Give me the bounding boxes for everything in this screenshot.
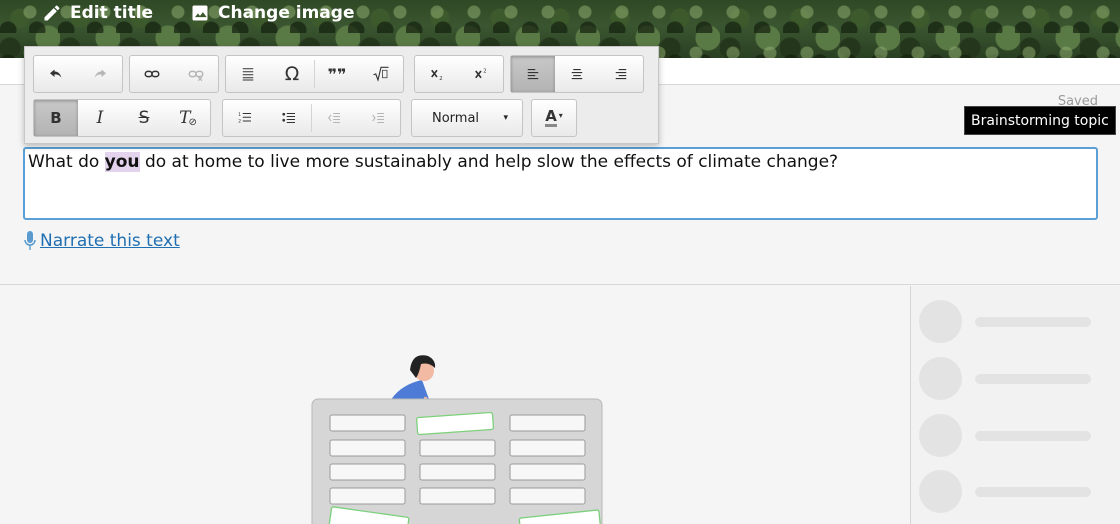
brainstorm-board-area: [0, 286, 910, 524]
editor-text-after: do at home to live more sustainably and …: [139, 152, 839, 172]
decrease-indent-button[interactable]: [312, 100, 356, 136]
increase-indent-button[interactable]: [356, 100, 400, 136]
square-root-icon: [373, 66, 389, 82]
responses-sidebar-loading: [910, 286, 1120, 524]
bulleted-list-icon: [282, 112, 295, 123]
font-color-icon: A: [545, 107, 557, 127]
empty-board-illustration: [311, 355, 603, 524]
align-left-button[interactable]: [511, 56, 555, 92]
numbered-list-button[interactable]: 12: [223, 100, 267, 136]
clear-formatting-button[interactable]: T ⊘: [166, 100, 210, 136]
skeleton-line: [975, 316, 1091, 327]
narrate-link[interactable]: Narrate this text: [24, 231, 180, 251]
unlink-icon: [188, 70, 204, 82]
skeleton-line: [975, 430, 1091, 441]
skeleton-row: [919, 470, 1091, 513]
topic-text-editor[interactable]: What do you do at home to live more sust…: [23, 147, 1098, 220]
subscript-icon: 2: [431, 69, 443, 82]
bold-button[interactable]: B: [34, 100, 78, 136]
skeleton-row: [919, 300, 1091, 343]
link-icon: [144, 70, 160, 78]
color-group: A ▾: [531, 99, 577, 137]
skeleton-avatar: [919, 300, 962, 343]
align-right-button[interactable]: [599, 56, 643, 92]
insert-group: Ω ❞❞: [225, 55, 404, 93]
align-center-button[interactable]: [555, 56, 599, 92]
svg-text:2: 2: [439, 76, 442, 82]
alignment-group: [510, 55, 644, 93]
undo-icon: [50, 69, 62, 78]
unlink-button[interactable]: [174, 56, 218, 92]
skeleton-line: [975, 486, 1091, 497]
horizontal-rule-button[interactable]: [226, 56, 270, 92]
edit-title-button[interactable]: Edit title: [42, 0, 153, 26]
special-character-button[interactable]: Ω: [270, 56, 314, 92]
svg-text:2: 2: [483, 69, 486, 75]
increase-indent-icon: [372, 112, 384, 124]
clear-formatting-circle: ⊘: [188, 116, 197, 128]
editor-text-highlight: you: [104, 152, 140, 172]
bulleted-list-button[interactable]: [267, 100, 311, 136]
change-image-button[interactable]: Change image: [190, 0, 354, 26]
strikethrough-button[interactable]: S: [122, 100, 166, 136]
italic-button[interactable]: I: [78, 100, 122, 136]
superscript-icon: 2: [475, 69, 487, 79]
paragraph-format-value: Normal: [432, 110, 480, 126]
history-group: [33, 55, 123, 93]
blockquote-button[interactable]: ❞❞: [315, 56, 359, 92]
pencil-icon: [44, 5, 60, 21]
align-center-icon: [571, 68, 583, 80]
align-right-icon: [615, 68, 627, 80]
paragraph-format-select[interactable]: Normal ▾: [412, 100, 522, 136]
subscript-button[interactable]: 2: [415, 56, 459, 92]
image-icon: [192, 5, 208, 21]
format-group: Normal ▾: [411, 99, 523, 137]
narrate-label: Narrate this text: [40, 231, 180, 251]
redo-icon: [94, 69, 106, 78]
caret-down-icon: ▾: [558, 110, 563, 120]
change-image-label: Change image: [218, 3, 355, 23]
topic-tooltip: Brainstorming topic: [964, 106, 1116, 135]
skeleton-line: [975, 373, 1091, 384]
quote-icon: ❞❞: [327, 64, 347, 84]
superscript-button[interactable]: 2: [459, 56, 503, 92]
rich-text-toolbar: Ω ❞❞ 2 2 B I S T ⊘ 12 Normal ▾ A ▾: [24, 46, 659, 144]
link-group: [129, 55, 219, 93]
svg-text:1: 1: [238, 112, 241, 118]
math-button[interactable]: [359, 56, 403, 92]
skeleton-avatar: [919, 357, 962, 400]
svg-text:2: 2: [238, 119, 241, 125]
edit-title-label: Edit title: [70, 3, 154, 23]
numbered-list-icon: 12: [238, 112, 251, 125]
font-color-button[interactable]: A ▾: [532, 100, 576, 136]
redo-button[interactable]: [78, 56, 122, 92]
text-style-group: B I S T ⊘: [33, 99, 211, 137]
horizontal-rule-icon: [242, 68, 254, 81]
decrease-indent-icon: [328, 112, 340, 124]
list-group: 12: [222, 99, 401, 137]
undo-button[interactable]: [34, 56, 78, 92]
script-group: 2 2: [414, 55, 504, 93]
align-left-icon: [527, 68, 539, 80]
skeleton-row: [919, 414, 1091, 457]
microphone-icon: [24, 231, 36, 250]
caret-down-icon: ▾: [503, 113, 508, 123]
editor-text-before: What do: [28, 152, 105, 172]
skeleton-avatar: [919, 414, 962, 457]
skeleton-row: [919, 357, 1091, 400]
skeleton-avatar: [919, 470, 962, 513]
link-button[interactable]: [130, 56, 174, 92]
